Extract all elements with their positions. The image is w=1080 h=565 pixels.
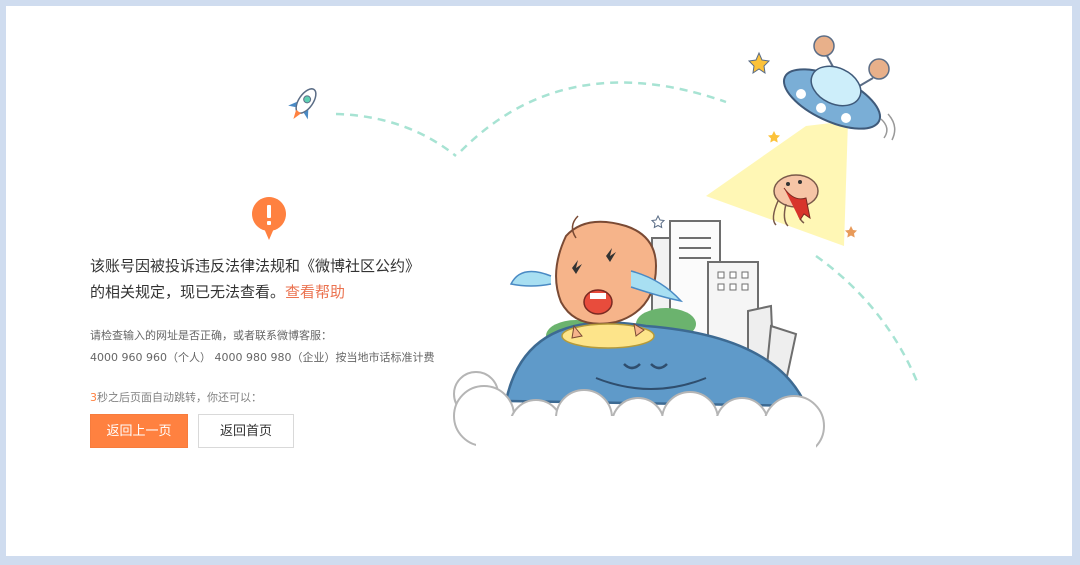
contact-line2: 4000 960 960（个人） 4000 980 980（企业）按当地市话标准… xyxy=(90,351,435,364)
rocket-icon xyxy=(288,88,317,120)
home-button[interactable]: 返回首页 xyxy=(198,414,294,448)
error-message: 该账号因被投诉违反法律法规和《微博社区公约》 的相关规定，现已无法查看。查看帮助 xyxy=(90,253,450,305)
error-message-line2-text: 的相关规定，现已无法查看。 xyxy=(90,283,286,301)
star-decoration xyxy=(650,214,666,229)
dashed-path-top xyxy=(460,81,727,152)
contact-line1: 请检查输入的网址是否正确，或者联系微博客服： xyxy=(90,329,332,342)
star-decoration xyxy=(768,131,780,143)
redirect-notice: 3秒之后页面自动跳转，你还可以： xyxy=(90,389,262,405)
error-message-line2: 的相关规定，现已无法查看。查看帮助 xyxy=(90,279,450,305)
help-link[interactable]: 查看帮助 xyxy=(285,283,345,301)
error-content: 该账号因被投诉违反法律法规和《微博社区公约》 的相关规定，现已无法查看。查看帮助… xyxy=(6,6,1072,556)
star-decoration xyxy=(747,51,771,75)
page-frame: 该账号因被投诉违反法律法规和《微博社区公约》 的相关规定，现已无法查看。查看帮助… xyxy=(6,6,1072,556)
star-decoration xyxy=(845,226,857,238)
back-button[interactable]: 返回上一页 xyxy=(90,414,188,448)
contact-info: 请检查输入的网址是否正确，或者联系微博客服： 4000 960 960（个人） … xyxy=(90,325,470,369)
dashed-path-left xyxy=(335,112,457,157)
countdown-seconds: 3 xyxy=(90,391,97,404)
warning-icon xyxy=(251,197,286,240)
error-message-line1: 该账号因被投诉违反法律法规和《微博社区公约》 xyxy=(90,257,421,275)
dashed-path-right xyxy=(815,254,920,385)
redirect-text: 秒之后页面自动跳转，你还可以： xyxy=(97,391,262,404)
